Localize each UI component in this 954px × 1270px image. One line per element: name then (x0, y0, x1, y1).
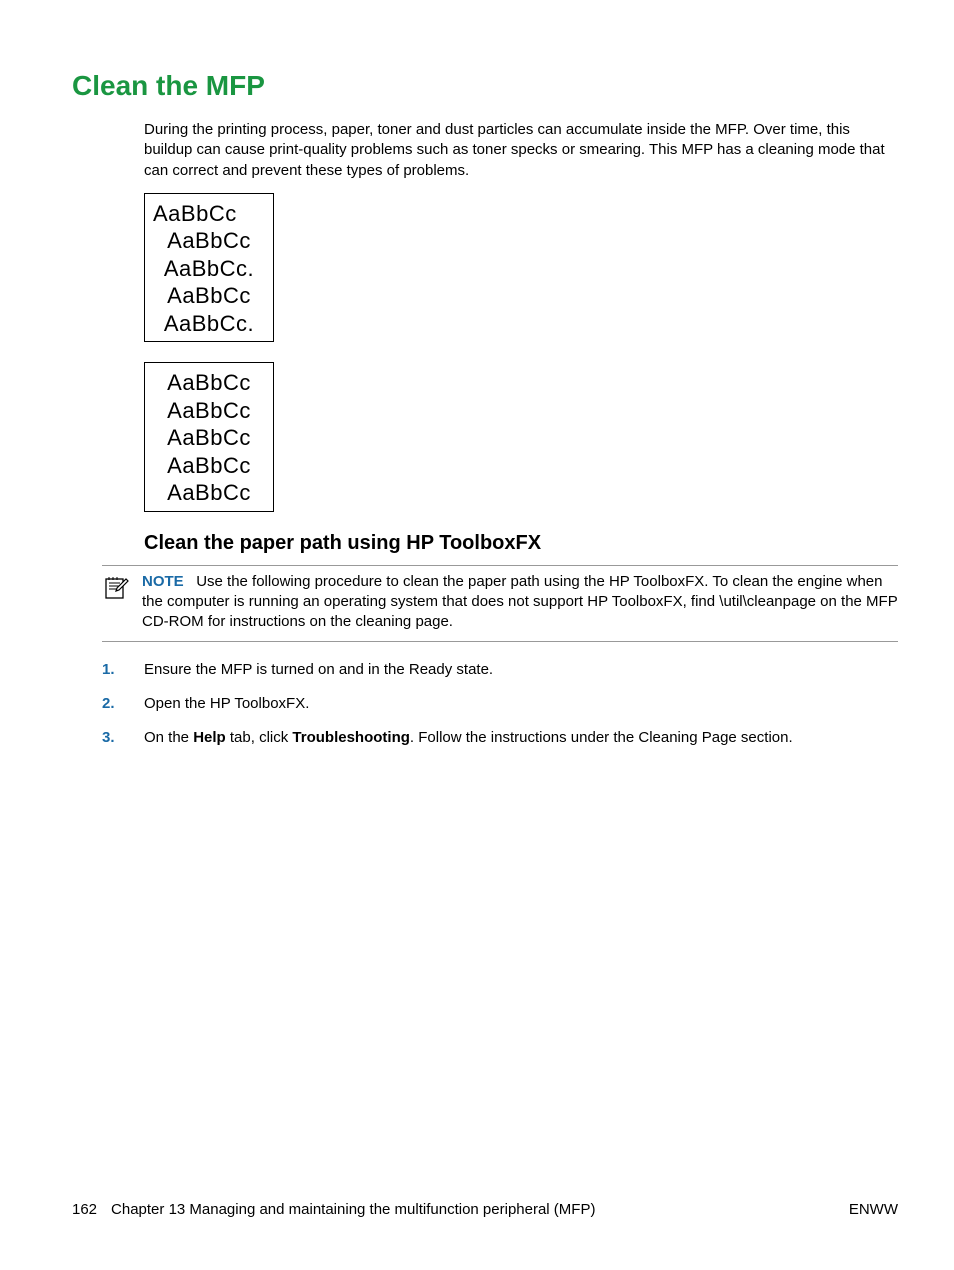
print-sample-smear: AaBbCc AaBbCc AaBbCc AaBbCc AaBbCc (144, 362, 274, 512)
step-item: Ensure the MFP is turned on and in the R… (102, 660, 898, 680)
footer-right: ENWW (849, 1201, 898, 1218)
sample-line: AaBbCc (149, 424, 269, 452)
sample-line: AaBbCc. (149, 310, 269, 338)
step-item: Open the HP ToolboxFX. (102, 694, 898, 714)
sample-line: AaBbCc (149, 227, 269, 255)
section-heading: Clean the paper path using HP ToolboxFX (144, 532, 898, 555)
intro-paragraph: During the printing process, paper, tone… (144, 120, 898, 181)
step-bold: Troubleshooting (292, 729, 410, 746)
sample-line: AaBbCc (149, 397, 269, 425)
page-title: Clean the MFP (72, 70, 898, 102)
step-bold: Help (193, 729, 226, 746)
sample-line: AaBbCc. (149, 255, 269, 283)
sample-line: AaBbCc (149, 369, 269, 397)
chapter-label: Chapter 13 Managing and maintaining the … (111, 1201, 595, 1218)
steps-list: Ensure the MFP is turned on and in the R… (102, 660, 898, 749)
note-text: Use the following procedure to clean the… (142, 573, 897, 631)
step-text: tab, click (226, 729, 293, 746)
content-area: During the printing process, paper, tone… (144, 120, 898, 748)
sample-line: AaBbCc (149, 200, 269, 228)
step-text: . Follow the instructions under the Clea… (410, 729, 793, 746)
step-text: On the (144, 729, 193, 746)
page-number: 162 (72, 1201, 97, 1218)
print-sample-specks: AaBbCc AaBbCc AaBbCc. AaBbCc AaBbCc. (144, 193, 274, 343)
step-item: On the Help tab, click Troubleshooting. … (102, 728, 898, 748)
page-footer: 162 Chapter 13 Managing and maintaining … (72, 1201, 898, 1218)
note-callout: NOTE Use the following procedure to clea… (102, 565, 898, 642)
sample-line: AaBbCc (149, 479, 269, 507)
sample-line: AaBbCc (149, 282, 269, 310)
note-body: NOTE Use the following procedure to clea… (142, 572, 898, 633)
note-icon (102, 572, 142, 633)
note-label: NOTE (142, 573, 184, 590)
sample-line: AaBbCc (149, 452, 269, 480)
